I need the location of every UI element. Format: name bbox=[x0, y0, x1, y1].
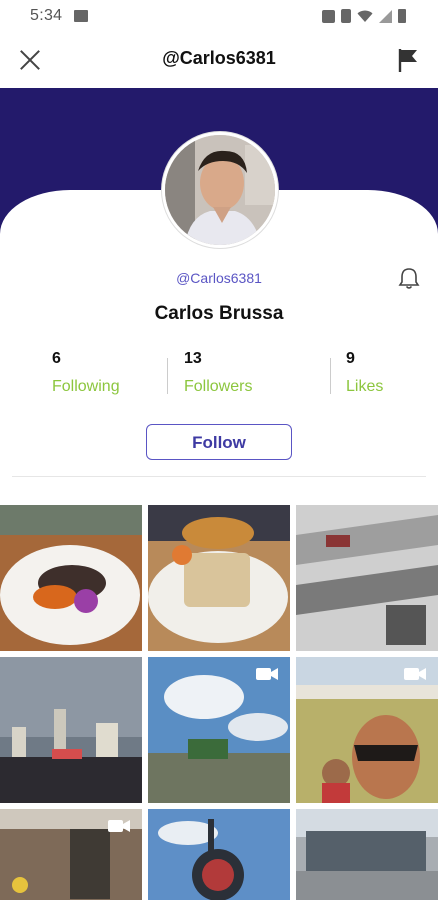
display-name: Carlos Brussa bbox=[154, 303, 284, 324]
stat-following-label: Following bbox=[52, 378, 120, 395]
header: @Carlos6381 bbox=[0, 34, 438, 88]
status-icons bbox=[322, 9, 406, 23]
bell-icon[interactable] bbox=[398, 266, 420, 290]
wifi-icon bbox=[357, 10, 373, 23]
video-camera-icon bbox=[404, 667, 426, 681]
video-camera-icon bbox=[256, 667, 278, 681]
stat-followers-value: 13 bbox=[184, 350, 202, 367]
section-divider bbox=[12, 476, 426, 477]
stat-likes[interactable]: 9 Likes bbox=[346, 350, 383, 400]
avatar bbox=[162, 132, 278, 248]
post-thumbnail[interactable] bbox=[296, 809, 438, 900]
stat-likes-label: Likes bbox=[346, 378, 384, 395]
battery-icon bbox=[398, 9, 406, 23]
post-thumbnail[interactable] bbox=[148, 809, 290, 900]
post-thumbnail[interactable] bbox=[0, 505, 142, 651]
flag-icon[interactable] bbox=[396, 46, 420, 74]
post-thumbnail[interactable] bbox=[148, 505, 290, 651]
stats-divider bbox=[167, 358, 168, 394]
post-thumbnail[interactable] bbox=[148, 657, 290, 803]
stat-following[interactable]: 6 Following bbox=[52, 350, 120, 400]
profile-stats: 6 Following 13 Followers 9 Likes bbox=[0, 350, 438, 400]
stat-following-value: 6 bbox=[52, 350, 61, 367]
follow-button[interactable]: Follow bbox=[146, 424, 292, 460]
video-camera-icon bbox=[108, 819, 130, 833]
signal-icon bbox=[379, 9, 392, 23]
status-bar: 5:34 bbox=[0, 0, 438, 34]
battery-saver-icon bbox=[341, 9, 351, 23]
stat-followers-label: Followers bbox=[184, 378, 253, 395]
post-thumbnail[interactable] bbox=[296, 657, 438, 803]
profile-handle-link[interactable]: @Carlos6381 bbox=[0, 270, 438, 286]
status-time: 5:34 bbox=[30, 7, 63, 24]
post-thumbnail[interactable] bbox=[0, 809, 142, 900]
mute-icon bbox=[322, 9, 335, 23]
post-thumbnail[interactable] bbox=[0, 657, 142, 803]
stats-divider bbox=[330, 358, 331, 394]
post-thumbnail[interactable] bbox=[296, 505, 438, 651]
stat-likes-value: 9 bbox=[346, 350, 355, 367]
gallery-notification-icon bbox=[74, 10, 88, 22]
stat-followers[interactable]: 13 Followers bbox=[184, 350, 252, 400]
page-title: @Carlos6381 bbox=[162, 48, 276, 68]
